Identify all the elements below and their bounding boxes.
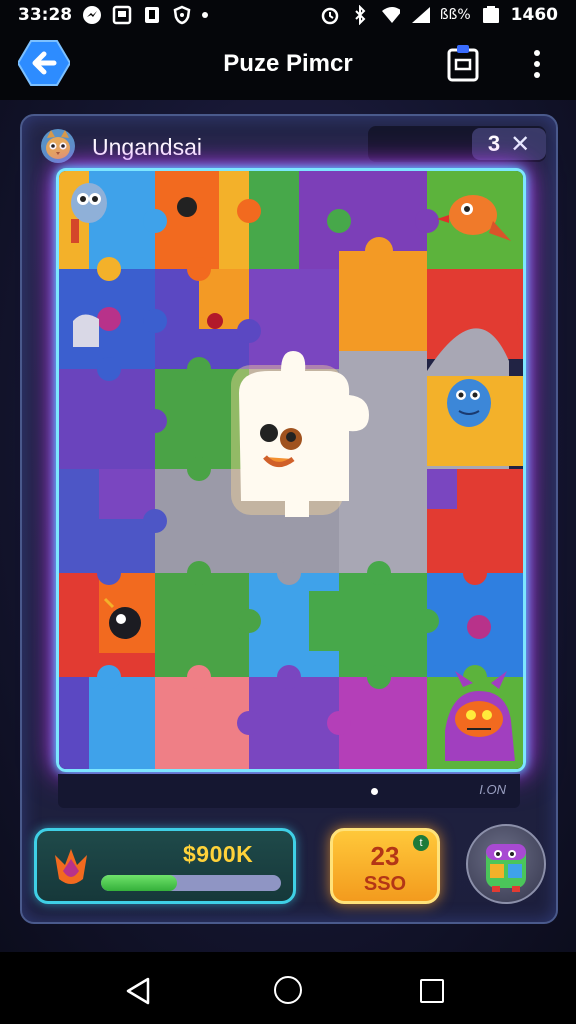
- coin-bottom-value: SSO: [363, 873, 407, 895]
- puzzle-knob: [367, 665, 391, 689]
- puzzle-knob: [143, 209, 167, 233]
- puzzle-knob: [187, 561, 211, 585]
- puzzle-knob: [237, 711, 261, 735]
- puzzle-knob: [327, 209, 351, 233]
- battery-icon: [481, 5, 501, 25]
- game-frame: Ungandsai 3 ✕ I.ON $900K t 23 SSO: [20, 114, 558, 924]
- score-progress-bar: [101, 875, 281, 891]
- status-time: 33:28: [18, 5, 73, 25]
- puzzle-knob: [97, 561, 121, 585]
- nav-back-icon[interactable]: [124, 976, 152, 1006]
- menu-dot: [534, 72, 540, 78]
- puzzle-piece: [249, 677, 339, 769]
- monster-character-icon: [447, 379, 491, 427]
- puzzle-board[interactable]: [56, 168, 526, 772]
- player-name: Ungandsai: [92, 134, 202, 160]
- character-button[interactable]: [466, 824, 546, 904]
- puzzle-knob: [415, 609, 439, 633]
- puzzle-piece: [339, 469, 427, 573]
- game-panel: Ungandsai 3 ✕ I.ON $900K t 23 SSO: [0, 100, 576, 952]
- puzzle-knob: [187, 665, 211, 689]
- puzzle-knob: [367, 561, 391, 585]
- notes-icon: [112, 5, 132, 25]
- puzzle-knob: [237, 199, 261, 223]
- player-avatar[interactable]: [40, 128, 76, 164]
- puzzle-knob: [97, 665, 121, 689]
- app-title: Puze Pimcr: [223, 50, 353, 77]
- puzzle-piece: [339, 573, 427, 677]
- puzzle-knob: [97, 257, 121, 281]
- score-progress-fill: [101, 875, 177, 891]
- puzzle-piece: [89, 677, 155, 769]
- puzzle-knob: [97, 357, 121, 381]
- puzzle-knob: [237, 319, 261, 343]
- alarm-icon: [320, 5, 340, 25]
- messenger-icon: [82, 5, 102, 25]
- notification-icon: [142, 5, 162, 25]
- battery-percent: ßß%: [439, 7, 471, 23]
- close-icon[interactable]: ✕: [510, 130, 530, 159]
- puzzle-shape: [73, 314, 99, 347]
- navigation-bar: [0, 952, 576, 1024]
- moves-counter[interactable]: 3 ✕: [472, 128, 546, 160]
- puzzle-knob: [365, 237, 393, 265]
- puzzle-knob: [237, 609, 261, 633]
- puzzle-knob: [143, 309, 167, 333]
- shield-icon: [172, 5, 192, 25]
- score-card[interactable]: $900K: [34, 828, 296, 904]
- puzzle-knob: [187, 257, 211, 281]
- flame-icon: [55, 849, 87, 884]
- puzzle-dot: [207, 313, 223, 329]
- puzzle-piece: [155, 677, 249, 769]
- more-vert-icon[interactable]: [524, 46, 550, 82]
- board-progress-strip: I.ON: [58, 774, 520, 808]
- menu-dot: [534, 50, 540, 56]
- puzzle-knob: [277, 665, 301, 689]
- clipboard-icon: [447, 45, 479, 82]
- puzzle-knob: [143, 509, 167, 533]
- puzzle-knob: [415, 209, 439, 233]
- puzzle-knob: [463, 561, 487, 585]
- wifi-icon: [380, 5, 400, 25]
- strip-label: I.ON: [479, 782, 506, 797]
- dot-icon: [202, 12, 209, 18]
- puzzle-dot: [467, 615, 491, 639]
- bluetooth-icon: [350, 5, 370, 25]
- nav-recent-icon[interactable]: [420, 979, 444, 1003]
- coin-top-value: 23: [370, 841, 400, 871]
- robot-character-icon: [486, 844, 526, 892]
- puzzle-dot: [177, 197, 197, 217]
- puzzle-piece: [339, 251, 427, 351]
- puzzle-piece: [155, 573, 249, 677]
- puzzle-knob: [327, 711, 351, 735]
- progress-indicator-dot: [371, 788, 378, 795]
- app-bar: Puze Pimcr: [0, 30, 576, 100]
- score-value: $900K: [183, 841, 254, 867]
- game-header: Ungandsai 3 ✕: [40, 126, 550, 166]
- puzzle-knob: [277, 561, 301, 585]
- puzzle-knob: [143, 409, 167, 433]
- puzzle-dot: [97, 307, 121, 331]
- clipboard-button[interactable]: [446, 44, 480, 82]
- puzzle-piece: [59, 369, 155, 469]
- counter-value: 3: [487, 131, 501, 156]
- puzzle-piece: [99, 469, 155, 519]
- nav-home-icon[interactable]: [274, 976, 302, 1004]
- puzzle-knob: [187, 457, 211, 481]
- status-right-time: 1460: [510, 5, 558, 25]
- puzzle-piece: [339, 677, 427, 769]
- menu-dot: [534, 61, 540, 67]
- puzzle-knob: [187, 357, 211, 381]
- status-bar: 33:28 ßß% 1460: [0, 0, 576, 30]
- signal-icon: [410, 5, 430, 25]
- coin-button[interactable]: t 23 SSO: [330, 828, 440, 904]
- puzzle-piece: [427, 469, 457, 509]
- owl-avatar-icon: [41, 129, 75, 163]
